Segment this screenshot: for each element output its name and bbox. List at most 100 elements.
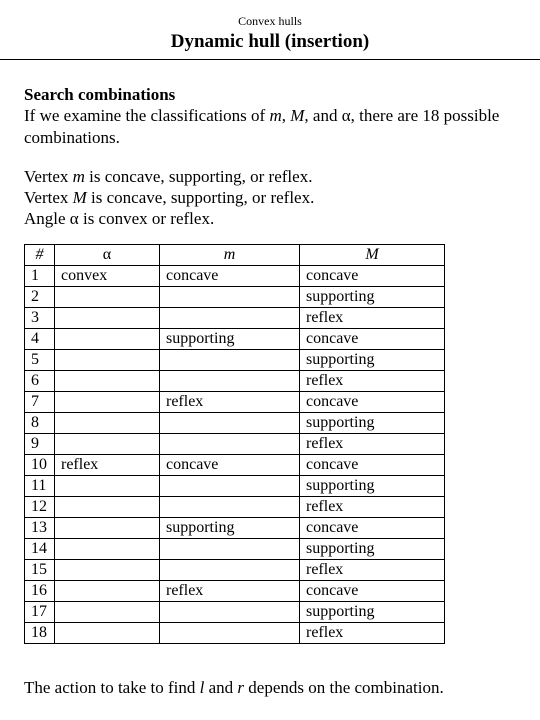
cell-m [160,601,300,622]
cell-big-m: reflex [300,433,445,454]
table-row: 15reflex [25,559,445,580]
cell-alpha [55,622,160,643]
cell-number: 10 [25,454,55,475]
text: , [282,106,291,125]
cell-alpha [55,559,160,580]
table-row: 8 supporting [25,412,445,433]
table-row: 6 reflex [25,370,445,391]
cell-m [160,349,300,370]
paragraph-1: If we examine the classifications of m, … [24,105,522,148]
text: The action to take to find [24,678,200,697]
cell-big-m: concave [300,580,445,601]
cell-number: 2 [25,286,55,307]
table-row: 16reflexconcave [25,580,445,601]
cell-alpha [55,580,160,601]
var-alpha: α [342,106,351,125]
cell-big-m: reflex [300,622,445,643]
table-row: 14 supporting [25,538,445,559]
table-row: 11 supporting [25,475,445,496]
section-heading: Search combinations [24,84,522,105]
body-text: Search combinations If we examine the cl… [24,84,522,230]
cell-m: reflex [160,580,300,601]
table-row: 4 supportingconcave [25,328,445,349]
table-body: 1convexconcaveconcave2supporting3reflex4… [25,265,445,643]
col-head-alpha: α [55,244,160,265]
var-big-m: M [73,188,87,207]
cell-number: 17 [25,601,55,622]
cell-number: 9 [25,433,55,454]
combinations-table: # α m M 1convexconcaveconcave2supporting… [24,244,445,644]
cell-m: concave [160,454,300,475]
cell-alpha [55,391,160,412]
cell-number: 18 [25,622,55,643]
cell-number: 11 [25,475,55,496]
table-row: 3reflex [25,307,445,328]
paragraph-2: Vertex m is concave, supporting, or refl… [24,166,522,230]
cell-m [160,433,300,454]
cell-m: reflex [160,391,300,412]
cell-alpha [55,538,160,559]
text: is concave, supporting, or reflex. [85,167,313,186]
cell-number: 1 [25,265,55,286]
cell-big-m: concave [300,391,445,412]
cell-m [160,370,300,391]
cell-m [160,307,300,328]
text: is concave, supporting, or reflex. [87,188,315,207]
cell-number: 14 [25,538,55,559]
table-row: 9 reflex [25,433,445,454]
cell-m [160,475,300,496]
text: Vertex [24,188,73,207]
cell-alpha [55,349,160,370]
cell-big-m: supporting [300,475,445,496]
title-rule [0,59,540,60]
col-head-number: # [25,244,55,265]
cell-alpha [55,496,160,517]
cell-big-m: concave [300,265,445,286]
cell-big-m: concave [300,454,445,475]
cell-alpha [55,286,160,307]
table-row: 17 supporting [25,601,445,622]
cell-alpha [55,328,160,349]
cell-alpha [55,433,160,454]
text: and [204,678,237,697]
cell-big-m: supporting [300,538,445,559]
cell-big-m: concave [300,328,445,349]
table-row: 5supporting [25,349,445,370]
cell-m [160,496,300,517]
cell-m [160,538,300,559]
cell-big-m: supporting [300,601,445,622]
cell-big-m: reflex [300,370,445,391]
slide-page: Convex hulls Dynamic hull (insertion) Se… [0,0,540,720]
cell-m [160,412,300,433]
cell-big-m: supporting [300,286,445,307]
text: depends on the combination. [244,678,444,697]
text: is convex or reflex. [79,209,214,228]
cell-alpha [55,475,160,496]
cell-number: 15 [25,559,55,580]
text: Angle [24,209,70,228]
cell-alpha [55,412,160,433]
cell-m: supporting [160,328,300,349]
cell-number: 6 [25,370,55,391]
cell-alpha: convex [55,265,160,286]
cell-big-m: reflex [300,496,445,517]
table-header-row: # α m M [25,244,445,265]
table-row: 12 reflex [25,496,445,517]
cell-big-m: concave [300,517,445,538]
cell-big-m: supporting [300,412,445,433]
cell-number: 4 [25,328,55,349]
cell-alpha [55,370,160,391]
cell-m: supporting [160,517,300,538]
footer-paragraph: The action to take to find l and r depen… [24,678,522,698]
cell-number: 13 [25,517,55,538]
cell-number: 12 [25,496,55,517]
topic-label: Convex hulls [18,14,522,29]
text: If we examine the classifications of [24,106,269,125]
col-head-big-m: M [300,244,445,265]
cell-number: 8 [25,412,55,433]
cell-alpha [55,307,160,328]
cell-number: 3 [25,307,55,328]
cell-number: 7 [25,391,55,412]
cell-number: 5 [25,349,55,370]
cell-m [160,286,300,307]
